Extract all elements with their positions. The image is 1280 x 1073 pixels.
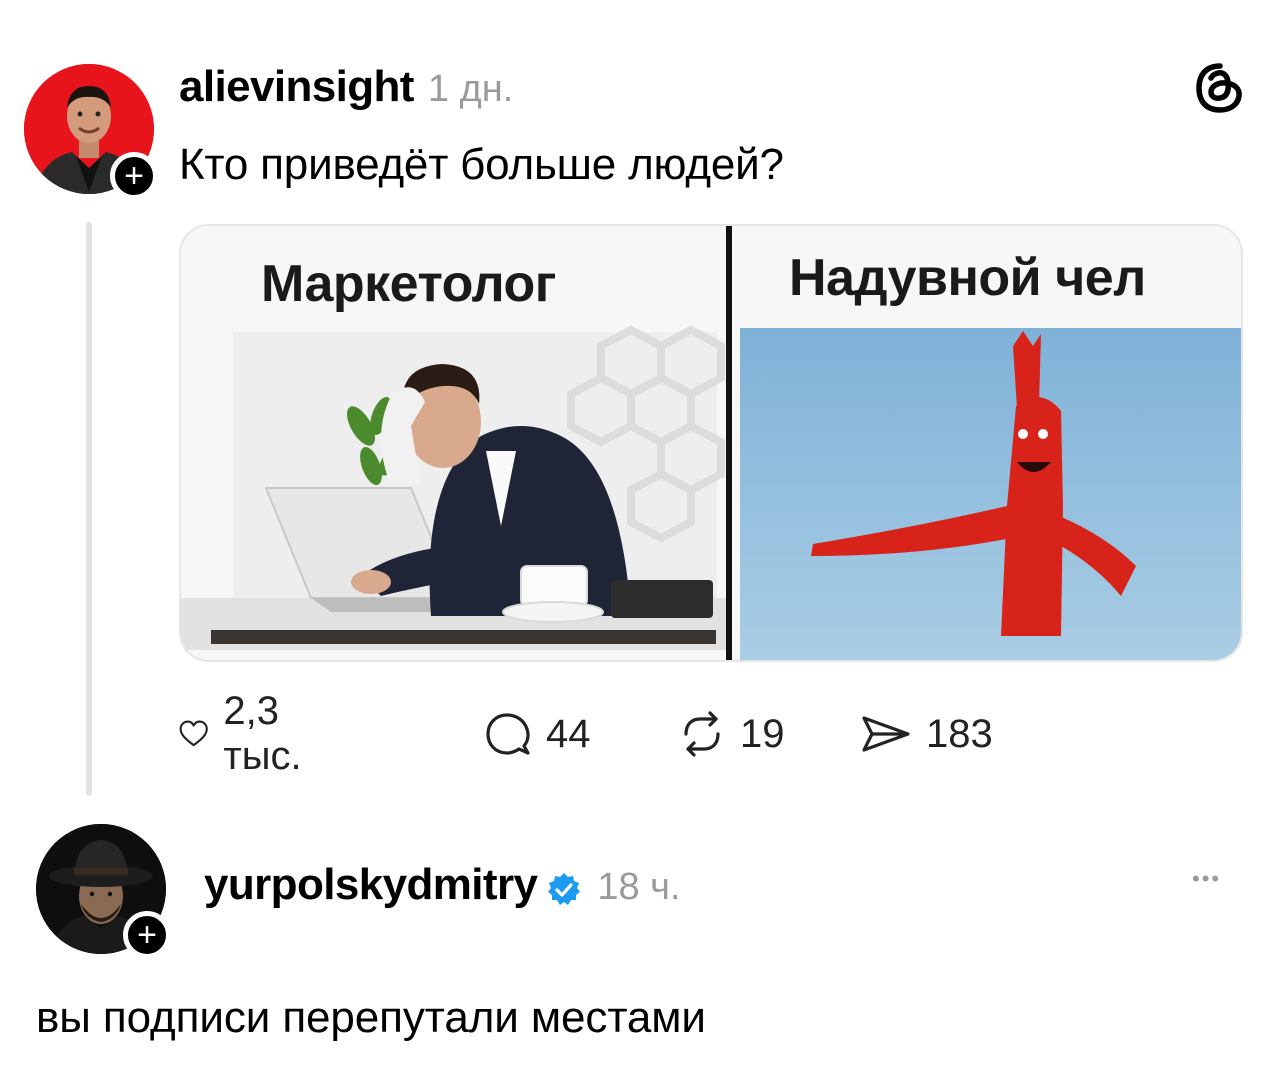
post-username[interactable]: alievinsight xyxy=(179,62,414,112)
more-options-icon[interactable]: ••• xyxy=(1192,866,1221,892)
share-count: 183 xyxy=(926,711,993,756)
post-header: alievinsight 1 дн. xyxy=(179,62,513,118)
threads-logo-icon[interactable] xyxy=(1192,60,1248,116)
reply-time: 18 ч. xyxy=(597,866,681,908)
meme-left-label: Маркетолог xyxy=(261,255,556,313)
thread-connector-line xyxy=(86,222,92,796)
comment-button[interactable]: 44 xyxy=(484,706,591,762)
repost-icon xyxy=(684,711,720,757)
heart-icon xyxy=(179,720,208,747)
meme-right-label: Надувной чел xyxy=(789,249,1146,307)
comment-bubble-icon xyxy=(486,713,530,755)
verified-badge-icon xyxy=(545,871,583,909)
comment-count: 44 xyxy=(546,711,591,756)
share-button[interactable]: 183 xyxy=(860,706,993,762)
like-count: 2,3 тыс. xyxy=(223,689,302,778)
repost-count: 19 xyxy=(740,711,785,756)
follow-plus-button[interactable]: + xyxy=(123,911,171,959)
reply-header: yurpolskydmitry 18 ч. xyxy=(204,860,681,916)
post-media-image[interactable]: Маркетолог Надувной чел xyxy=(179,224,1243,662)
follow-plus-button[interactable]: + xyxy=(110,152,158,200)
like-button[interactable]: 2,3 тыс. xyxy=(178,689,318,778)
repost-button[interactable]: 19 xyxy=(678,706,785,762)
reply-username[interactable]: yurpolskydmitry xyxy=(204,860,538,910)
post-time: 1 дн. xyxy=(427,68,514,110)
send-paper-plane-icon xyxy=(862,716,910,752)
reply-text: вы подписи перепутали местами xyxy=(36,993,706,1042)
post-text: Кто приведёт больше людей? xyxy=(179,140,784,189)
